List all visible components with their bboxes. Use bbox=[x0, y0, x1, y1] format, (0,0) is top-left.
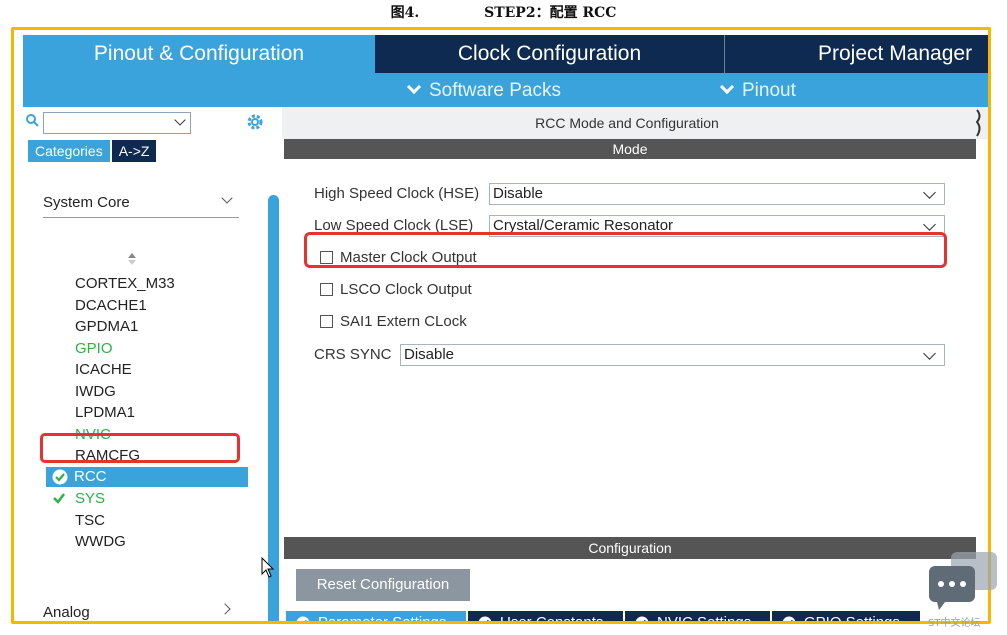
software-packs-label: Software Packs bbox=[429, 80, 561, 101]
list-item-tsc[interactable]: TSC bbox=[75, 510, 175, 532]
watermark-text: ST中文论坛 bbox=[928, 618, 981, 629]
tab-gpio-settings-label: GPIO Settings bbox=[804, 614, 900, 624]
rcc-label: RCC bbox=[74, 468, 107, 485]
hse-select[interactable]: Disable bbox=[489, 183, 945, 205]
screenshot-frame: Pinout & Configuration Clock Configurati… bbox=[11, 27, 991, 624]
list-item-dcache1[interactable]: DCACHE1 bbox=[75, 295, 175, 317]
hse-label: High Speed Clock (HSE) bbox=[314, 185, 480, 202]
page-title: RCC Mode and Configuration bbox=[535, 115, 719, 131]
tab-categories[interactable]: Categories bbox=[28, 140, 110, 162]
settings-tab-bar: Parameter Settings User Constants NVIC S… bbox=[286, 611, 976, 624]
right-panel: RCC Mode and Configuration Mode High Spe… bbox=[282, 107, 988, 624]
sub-menu-bar: Software Packs Pinout bbox=[23, 73, 988, 107]
tab-a-z[interactable]: A->Z bbox=[111, 140, 157, 162]
pinout-menu[interactable]: Pinout bbox=[718, 79, 796, 102]
tab-parameter-settings[interactable]: Parameter Settings bbox=[286, 611, 466, 624]
chevron-down-icon bbox=[719, 79, 735, 95]
chat-bubble-icon bbox=[929, 552, 997, 610]
mode-section-header: Mode bbox=[284, 139, 976, 159]
list-item-iwdg[interactable]: IWDG bbox=[75, 381, 175, 403]
chevron-right-icon bbox=[219, 603, 231, 615]
chevron-down-icon bbox=[923, 347, 936, 360]
list-item-cortex-m33[interactable]: CORTEX_M33 bbox=[75, 273, 175, 295]
list-item-gpdma1[interactable]: GPDMA1 bbox=[75, 316, 175, 338]
top-tab-bar: Pinout & Configuration Clock Configurati… bbox=[23, 35, 988, 73]
check-circle-icon bbox=[782, 616, 796, 621]
figure-title: STEP2：配置 RCC bbox=[484, 5, 617, 21]
mouse-cursor-icon bbox=[261, 557, 275, 578]
tab-project-manager[interactable]: Project Manager bbox=[726, 35, 988, 73]
list-item-sys[interactable]: SYS bbox=[75, 488, 175, 510]
chevron-down-icon bbox=[923, 186, 936, 199]
list-item-wwdg[interactable]: WWDG bbox=[75, 531, 175, 553]
left-panel: Categories A->Z System Core CORTEX_M33 D… bbox=[23, 107, 280, 621]
tab-pinout-configuration[interactable]: Pinout & Configuration bbox=[23, 35, 375, 73]
check-circle-icon bbox=[635, 616, 649, 621]
figure-number: 图4. bbox=[390, 5, 420, 21]
software-packs-menu[interactable]: Software Packs bbox=[405, 79, 561, 102]
chevron-down-icon[interactable] bbox=[174, 114, 186, 126]
tab-nvic-settings[interactable]: NVIC Settings bbox=[625, 611, 770, 624]
lse-highlight-box bbox=[304, 232, 947, 268]
pinout-menu-label: Pinout bbox=[742, 80, 796, 101]
chevron-down-icon bbox=[923, 218, 936, 231]
check-circle-icon bbox=[296, 616, 310, 621]
list-item-lpdma1[interactable]: LPDMA1 bbox=[75, 402, 175, 424]
rcc-header: RCC Mode and Configuration bbox=[282, 107, 988, 139]
list-item-icache[interactable]: ICACHE bbox=[75, 359, 175, 381]
crs-sync-label: CRS SYNC bbox=[314, 346, 392, 363]
peripheral-list: CORTEX_M33 DCACHE1 GPDMA1 GPIO ICACHE IW… bbox=[75, 273, 175, 553]
gear-icon[interactable] bbox=[245, 112, 265, 132]
sort-icon[interactable] bbox=[127, 252, 137, 266]
tab-clock-configuration[interactable]: Clock Configuration bbox=[375, 35, 725, 73]
section-system-core[interactable]: System Core bbox=[43, 190, 239, 218]
search-icon[interactable] bbox=[26, 114, 39, 127]
reset-configuration-button[interactable]: Reset Configuration bbox=[296, 569, 470, 601]
tab-user-constants-label: User Constants bbox=[500, 614, 604, 624]
hse-value: Disable bbox=[493, 185, 544, 202]
sai1-extern-clock-label: SAI1 Extern CLock bbox=[340, 313, 467, 330]
check-circle-icon bbox=[478, 616, 492, 621]
chevron-down-icon bbox=[221, 192, 233, 204]
sai1-extern-clock-checkbox[interactable] bbox=[320, 315, 333, 328]
lsco-clock-output-label: LSCO Clock Output bbox=[340, 281, 472, 298]
search-combobox[interactable] bbox=[43, 112, 191, 134]
tab-gpio-settings[interactable]: GPIO Settings bbox=[772, 611, 920, 624]
list-item-gpio[interactable]: GPIO bbox=[75, 338, 175, 360]
category-tabs: Categories A->Z bbox=[28, 140, 157, 162]
search-input[interactable] bbox=[44, 113, 164, 134]
lsco-clock-output-checkbox[interactable] bbox=[320, 283, 333, 296]
section-analog[interactable]: Analog bbox=[43, 600, 239, 621]
crs-sync-select[interactable]: Disable bbox=[400, 344, 945, 366]
tab-nvic-settings-label: NVIC Settings bbox=[657, 614, 752, 624]
section-system-core-label: System Core bbox=[43, 194, 130, 211]
check-circle-icon bbox=[52, 469, 68, 485]
figure-caption: 图4. STEP2：配置 RCC bbox=[0, 2, 1007, 22]
panel-edge-icon bbox=[976, 109, 981, 137]
list-item-rcc-selected[interactable]: RCC bbox=[46, 467, 248, 487]
chevron-down-icon bbox=[406, 79, 422, 95]
mode-section: High Speed Clock (HSE) Disable Low Speed… bbox=[284, 159, 976, 527]
section-analog-label: Analog bbox=[43, 604, 90, 621]
crs-sync-value: Disable bbox=[404, 346, 455, 363]
checkmark-icon bbox=[53, 493, 65, 504]
search-row bbox=[23, 107, 280, 137]
tab-parameter-settings-label: Parameter Settings bbox=[318, 614, 447, 624]
tab-user-constants[interactable]: User Constants bbox=[468, 611, 623, 624]
rcc-highlight-box bbox=[40, 433, 240, 463]
configuration-section-header: Configuration bbox=[284, 537, 976, 559]
